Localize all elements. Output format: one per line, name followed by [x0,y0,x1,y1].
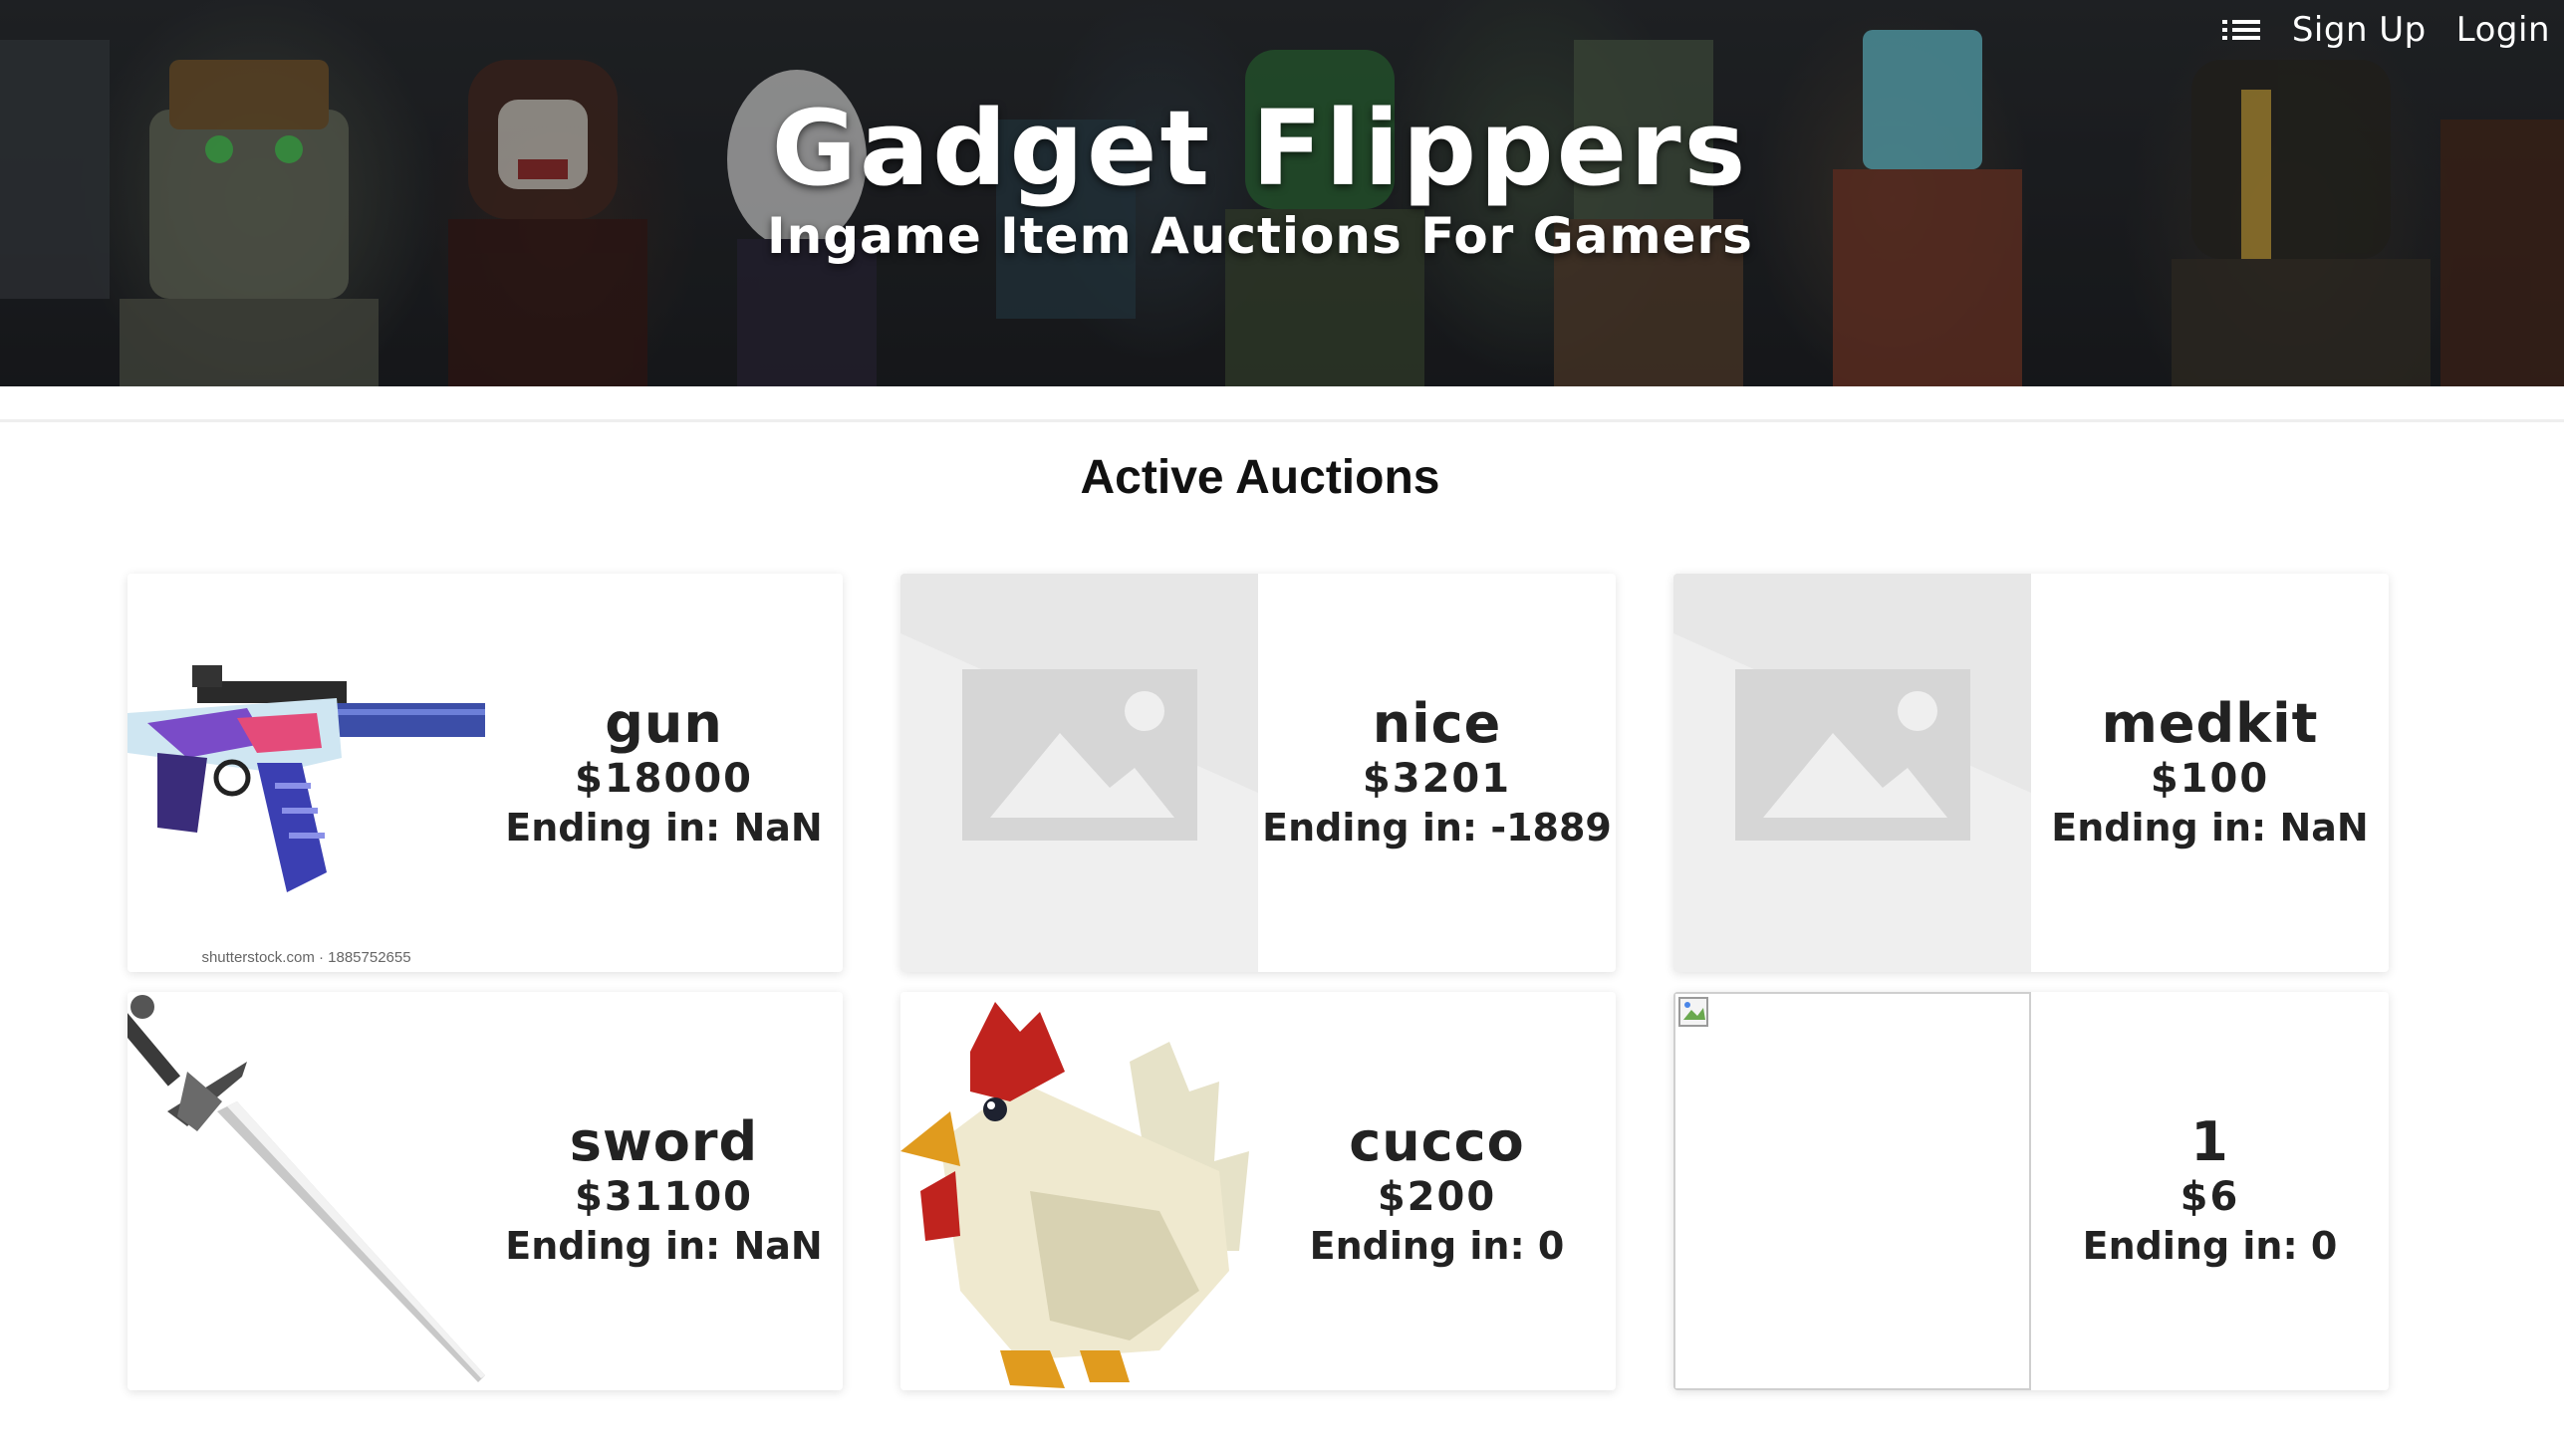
section-title: Active Auctions [1080,451,1440,504]
auction-name: sword [569,1110,759,1173]
auction-info: sword $31100 Ending in: NaN [485,992,843,1390]
image-placeholder-icon [900,633,1258,972]
auction-card[interactable]: 1 $6 Ending in: 0 [1673,992,2389,1390]
auction-info: nice $3201 Ending in: -1889 [1258,574,1616,972]
hero-divider [0,386,2564,422]
auction-price: $200 [1377,1174,1497,1220]
auction-ending: Ending in: -1889 [1262,806,1612,849]
site-subtitle: Ingame Item Auctions For Gamers [767,207,1753,265]
auction-name: nice [1372,692,1502,755]
auction-ending: Ending in: NaN [505,1224,823,1268]
auction-info: 1 $6 Ending in: 0 [2031,992,2389,1390]
image-watermark: shutterstock.com · 1885752655 [201,949,411,966]
rifle-icon [128,574,485,972]
auction-price: $3201 [1362,756,1512,802]
auction-info: cucco $200 Ending in: 0 [1258,992,1616,1390]
hero-banner: Sign Up Login Gadget Flippers Ingame Ite… [0,0,2564,386]
auction-image-placeholder [900,574,1258,972]
auction-card[interactable]: cucco $200 Ending in: 0 [900,992,1616,1390]
signup-link[interactable]: Sign Up [2292,10,2427,50]
auction-price: $31100 [575,1174,753,1220]
auction-info: medkit $100 Ending in: NaN [2031,574,2389,972]
auction-image-sword [128,992,485,1390]
auction-ending: Ending in: 0 [1309,1224,1565,1268]
site-title: Gadget Flippers [771,88,1749,209]
auction-ending: Ending in: NaN [505,806,823,849]
auction-name: 1 [2190,1110,2229,1173]
image-placeholder-icon [1673,633,2031,972]
auction-name: medkit [2101,692,2319,755]
auction-price: $6 [2179,1174,2240,1220]
broken-image-icon [1678,997,1708,1027]
auction-name: gun [605,692,723,755]
auction-name: cucco [1349,1110,1525,1173]
auction-ending: Ending in: 0 [2082,1224,2338,1268]
list-menu-icon[interactable] [2221,15,2262,45]
auction-card[interactable]: nice $3201 Ending in: -1889 [900,574,1616,972]
auction-ending: Ending in: NaN [2051,806,2369,849]
auction-image-broken [1673,992,2031,1390]
auction-card[interactable]: shutterstock.com · 1885752655 gun $18000… [128,574,843,972]
auction-price: $100 [2150,756,2270,802]
auction-image-placeholder [1673,574,2031,972]
auction-card[interactable]: medkit $100 Ending in: NaN [1673,574,2389,972]
auction-image-chicken [900,992,1258,1390]
auction-card[interactable]: sword $31100 Ending in: NaN [128,992,843,1390]
login-link[interactable]: Login [2456,10,2550,50]
auction-image-rifle: shutterstock.com · 1885752655 [128,574,485,972]
top-nav: Sign Up Login [2221,8,2550,52]
auction-price: $18000 [575,756,753,802]
chicken-icon [900,992,1258,1390]
sword-icon [128,992,485,1390]
auction-info: gun $18000 Ending in: NaN [485,574,843,972]
